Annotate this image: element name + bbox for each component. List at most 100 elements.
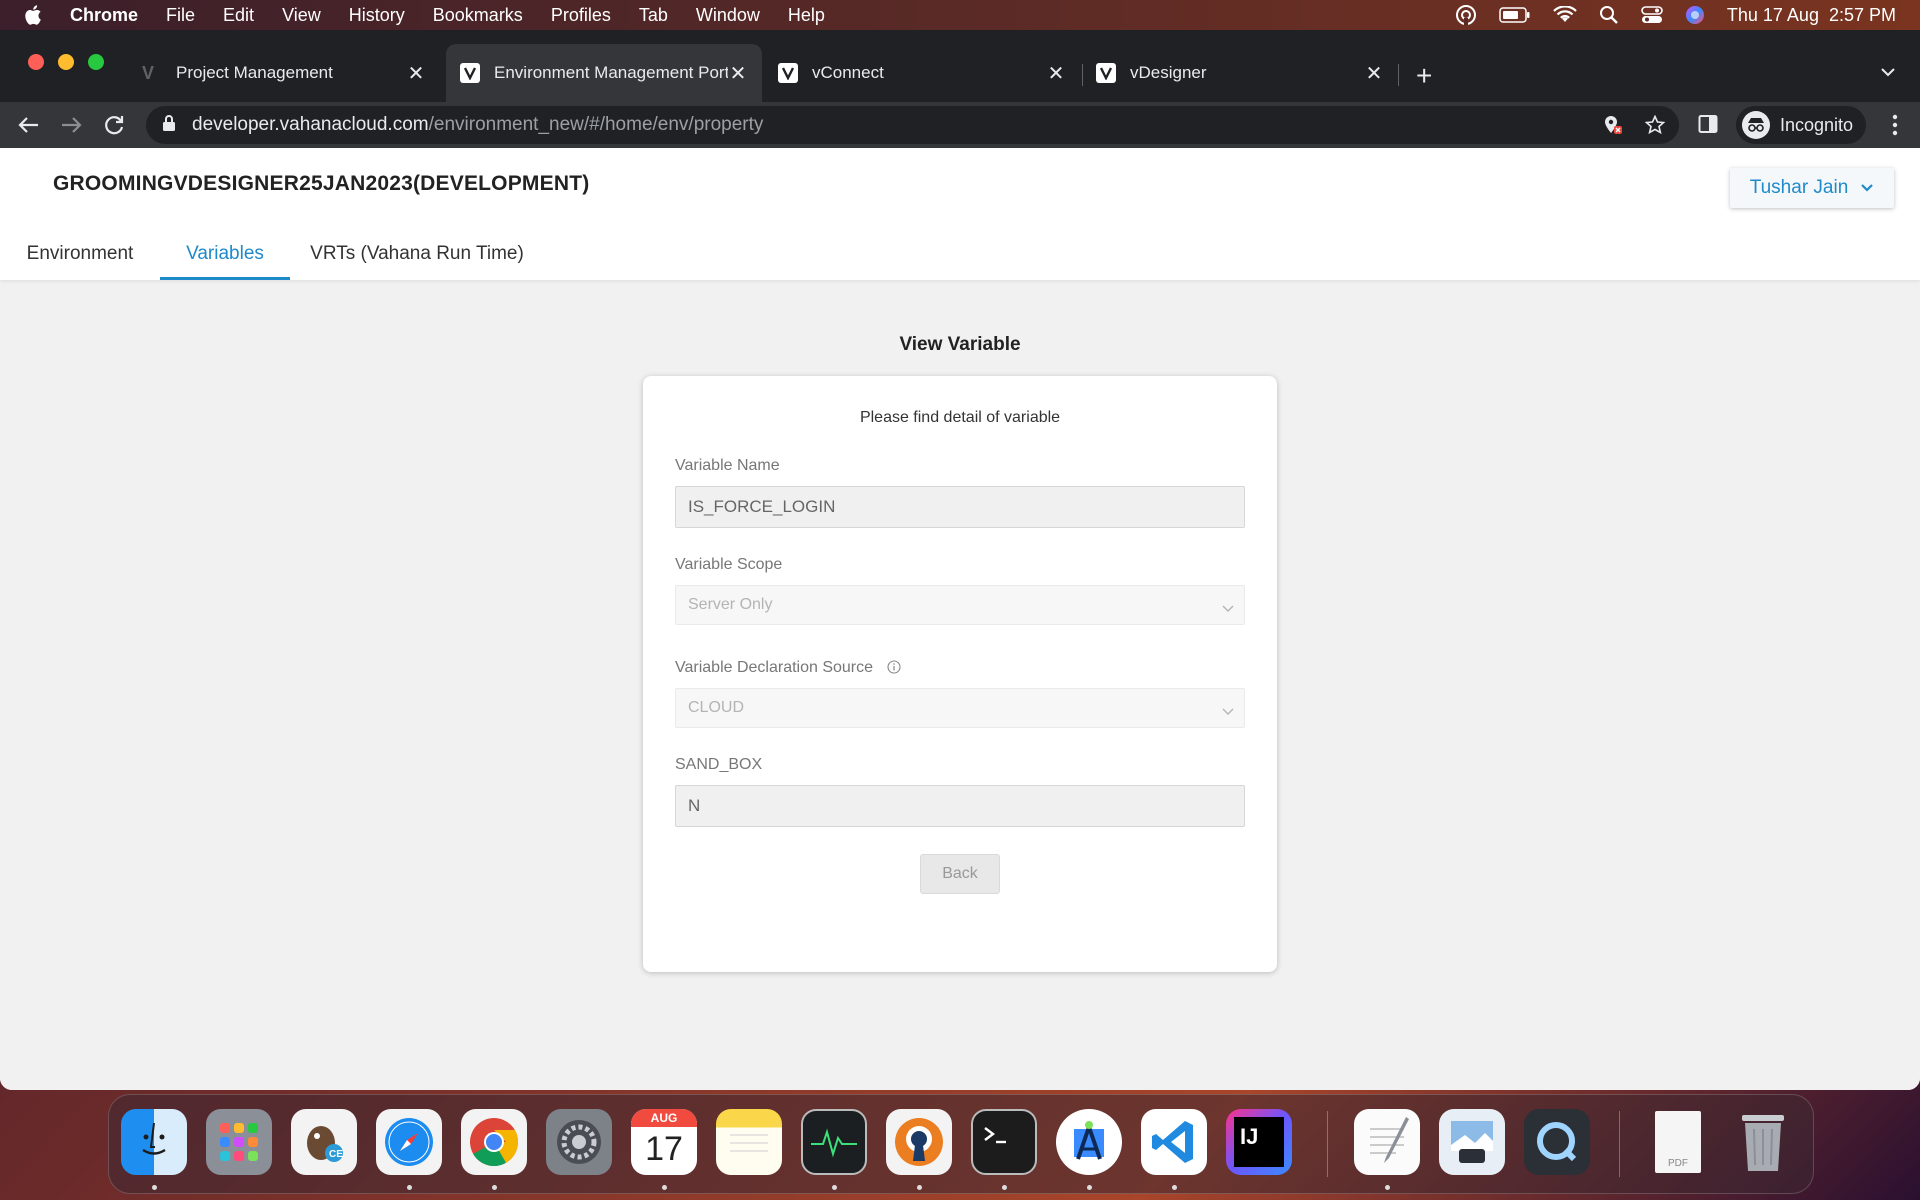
calendar-day: 17	[645, 1130, 683, 1168]
safari-icon[interactable]	[376, 1109, 442, 1175]
menu-file[interactable]: File	[166, 5, 195, 26]
trash-icon[interactable]	[1730, 1109, 1796, 1175]
url-path: /environment_new/#/home/env/property	[428, 114, 764, 135]
menu-view[interactable]: View	[282, 5, 321, 26]
close-tab-icon[interactable]: ✕	[1046, 61, 1066, 86]
textedit-icon[interactable]	[1354, 1109, 1420, 1175]
browser-menu-kebab-icon[interactable]	[1892, 114, 1898, 141]
tab-title: vDesigner	[1130, 63, 1207, 82]
declaration-source-select[interactable]: CLOUD	[675, 688, 1245, 728]
notes-icon[interactable]	[716, 1109, 782, 1175]
running-indicator	[152, 1185, 157, 1190]
wifi-icon[interactable]	[1553, 6, 1577, 24]
vahana-favicon-icon: V	[142, 62, 155, 83]
close-tab-icon[interactable]: ✕	[728, 61, 748, 86]
url-text[interactable]: developer.vahanacloud.com/environment_ne…	[192, 114, 763, 136]
launchpad-icon[interactable]	[206, 1109, 272, 1175]
profile-label: Incognito	[1780, 114, 1854, 135]
variable-detail-card: Please find detail of variable Variable …	[643, 376, 1277, 972]
running-indicator	[492, 1185, 497, 1190]
side-panel-icon[interactable]	[1698, 114, 1718, 139]
bookmark-star-icon[interactable]	[1644, 114, 1666, 140]
vahana-favicon-icon	[1096, 63, 1116, 83]
openvpn-icon[interactable]	[886, 1109, 952, 1175]
tab-title: Environment Management Port	[494, 63, 728, 82]
dock-separator	[1327, 1111, 1328, 1177]
tab-search-chevron-down-icon[interactable]	[1880, 64, 1896, 82]
finder-icon[interactable]	[121, 1109, 187, 1175]
info-icon[interactable]	[887, 660, 901, 679]
minimize-window-button[interactable]	[58, 54, 74, 70]
menu-window[interactable]: Window	[696, 5, 760, 26]
menu-tab[interactable]: Tab	[639, 5, 668, 26]
control-center-icon[interactable]	[1641, 5, 1663, 25]
menu-history[interactable]: History	[349, 5, 405, 26]
menu-bookmarks[interactable]: Bookmarks	[433, 5, 523, 26]
chrome-icon[interactable]	[461, 1109, 527, 1175]
airdrop-status-icon[interactable]	[1455, 4, 1477, 26]
lock-icon[interactable]	[162, 114, 176, 137]
menu-profiles[interactable]: Profiles	[551, 5, 611, 26]
terminal-icon[interactable]	[971, 1109, 1037, 1175]
maximize-window-button[interactable]	[88, 54, 104, 70]
variable-name-label: Variable Name	[675, 457, 780, 474]
app-header: GROOMINGVDESIGNER25JAN2023(DEVELOPMENT) …	[0, 148, 1920, 228]
running-indicator	[662, 1185, 667, 1190]
incognito-profile-button[interactable]: Incognito	[1736, 106, 1866, 144]
vahana-favicon-icon	[778, 63, 798, 83]
menubar-clock[interactable]: Thu 17 Aug 2:57 PM	[1727, 5, 1896, 26]
menu-edit[interactable]: Edit	[223, 5, 254, 26]
reload-icon[interactable]	[101, 112, 127, 143]
new-tab-plus-icon[interactable]: +	[1416, 60, 1432, 92]
back-button[interactable]: Back	[920, 854, 1000, 894]
pdf-document-icon[interactable]: PDF	[1645, 1109, 1711, 1175]
forward-arrow-icon[interactable]	[58, 112, 84, 143]
address-bar[interactable]: developer.vahanacloud.com/environment_ne…	[146, 106, 1679, 144]
tab-variables[interactable]: Variables	[160, 228, 290, 280]
sandbox-field[interactable]	[675, 785, 1245, 827]
activity-monitor-icon[interactable]	[801, 1109, 867, 1175]
close-window-button[interactable]	[28, 54, 44, 70]
spotlight-search-icon[interactable]	[1599, 5, 1619, 25]
variable-scope-select[interactable]: Server Only	[675, 585, 1245, 625]
user-menu-button[interactable]: Tushar Jain	[1730, 168, 1894, 208]
environment-title: GROOMINGVDESIGNER25JAN2023(DEVELOPMENT)	[53, 172, 590, 195]
tab-environment[interactable]: Environment	[0, 228, 160, 280]
tab-title: Project Management	[176, 63, 333, 82]
browser-tab-environment-management[interactable]: Environment Management Port ✕	[446, 44, 762, 102]
siri-icon[interactable]	[1685, 5, 1705, 25]
dbeaver-icon[interactable]: CE	[291, 1109, 357, 1175]
preview-icon[interactable]	[1439, 1109, 1505, 1175]
chevron-down-icon	[1222, 703, 1234, 721]
browser-tab-vdesigner[interactable]: vDesigner ✕	[1082, 44, 1398, 102]
running-indicator	[1172, 1185, 1177, 1190]
menu-help[interactable]: Help	[788, 5, 825, 26]
intellij-label: IJ	[1234, 1117, 1284, 1167]
chevron-down-icon	[1222, 600, 1234, 618]
system-settings-icon[interactable]	[546, 1109, 612, 1175]
quicktime-icon[interactable]	[1524, 1109, 1590, 1175]
apple-logo-icon[interactable]	[24, 4, 48, 26]
macos-dock: CE AUG 17 IJ PDF	[108, 1094, 1814, 1194]
close-tab-icon[interactable]: ✕	[1364, 61, 1384, 86]
vscode-icon[interactable]	[1141, 1109, 1207, 1175]
close-tab-icon[interactable]: ✕	[406, 61, 426, 86]
tab-strip: V Project Management ✕ Environment Manag…	[0, 30, 1920, 102]
intellij-idea-icon[interactable]: IJ	[1226, 1109, 1292, 1175]
browser-tab-vconnect[interactable]: vConnect ✕	[764, 44, 1080, 102]
calendar-icon[interactable]: AUG 17	[631, 1109, 697, 1175]
tab-vrts[interactable]: VRTs (Vahana Run Time)	[300, 228, 534, 280]
vahana-favicon-icon	[460, 63, 480, 83]
pdf-page-shape: PDF	[1655, 1111, 1701, 1173]
battery-icon[interactable]	[1499, 7, 1531, 23]
back-arrow-icon[interactable]	[16, 112, 42, 143]
menubar-app-name[interactable]: Chrome	[70, 5, 138, 26]
dock-separator	[1619, 1111, 1620, 1177]
variable-name-field[interactable]	[675, 486, 1245, 528]
pdf-label: PDF	[1668, 1158, 1688, 1169]
browser-tab-project-management[interactable]: V Project Management ✕	[128, 44, 440, 102]
location-blocked-icon[interactable]	[1603, 115, 1623, 140]
declaration-source-label: Variable Declaration Source	[675, 659, 874, 676]
android-studio-icon[interactable]	[1056, 1109, 1122, 1175]
window-controls	[28, 54, 104, 70]
